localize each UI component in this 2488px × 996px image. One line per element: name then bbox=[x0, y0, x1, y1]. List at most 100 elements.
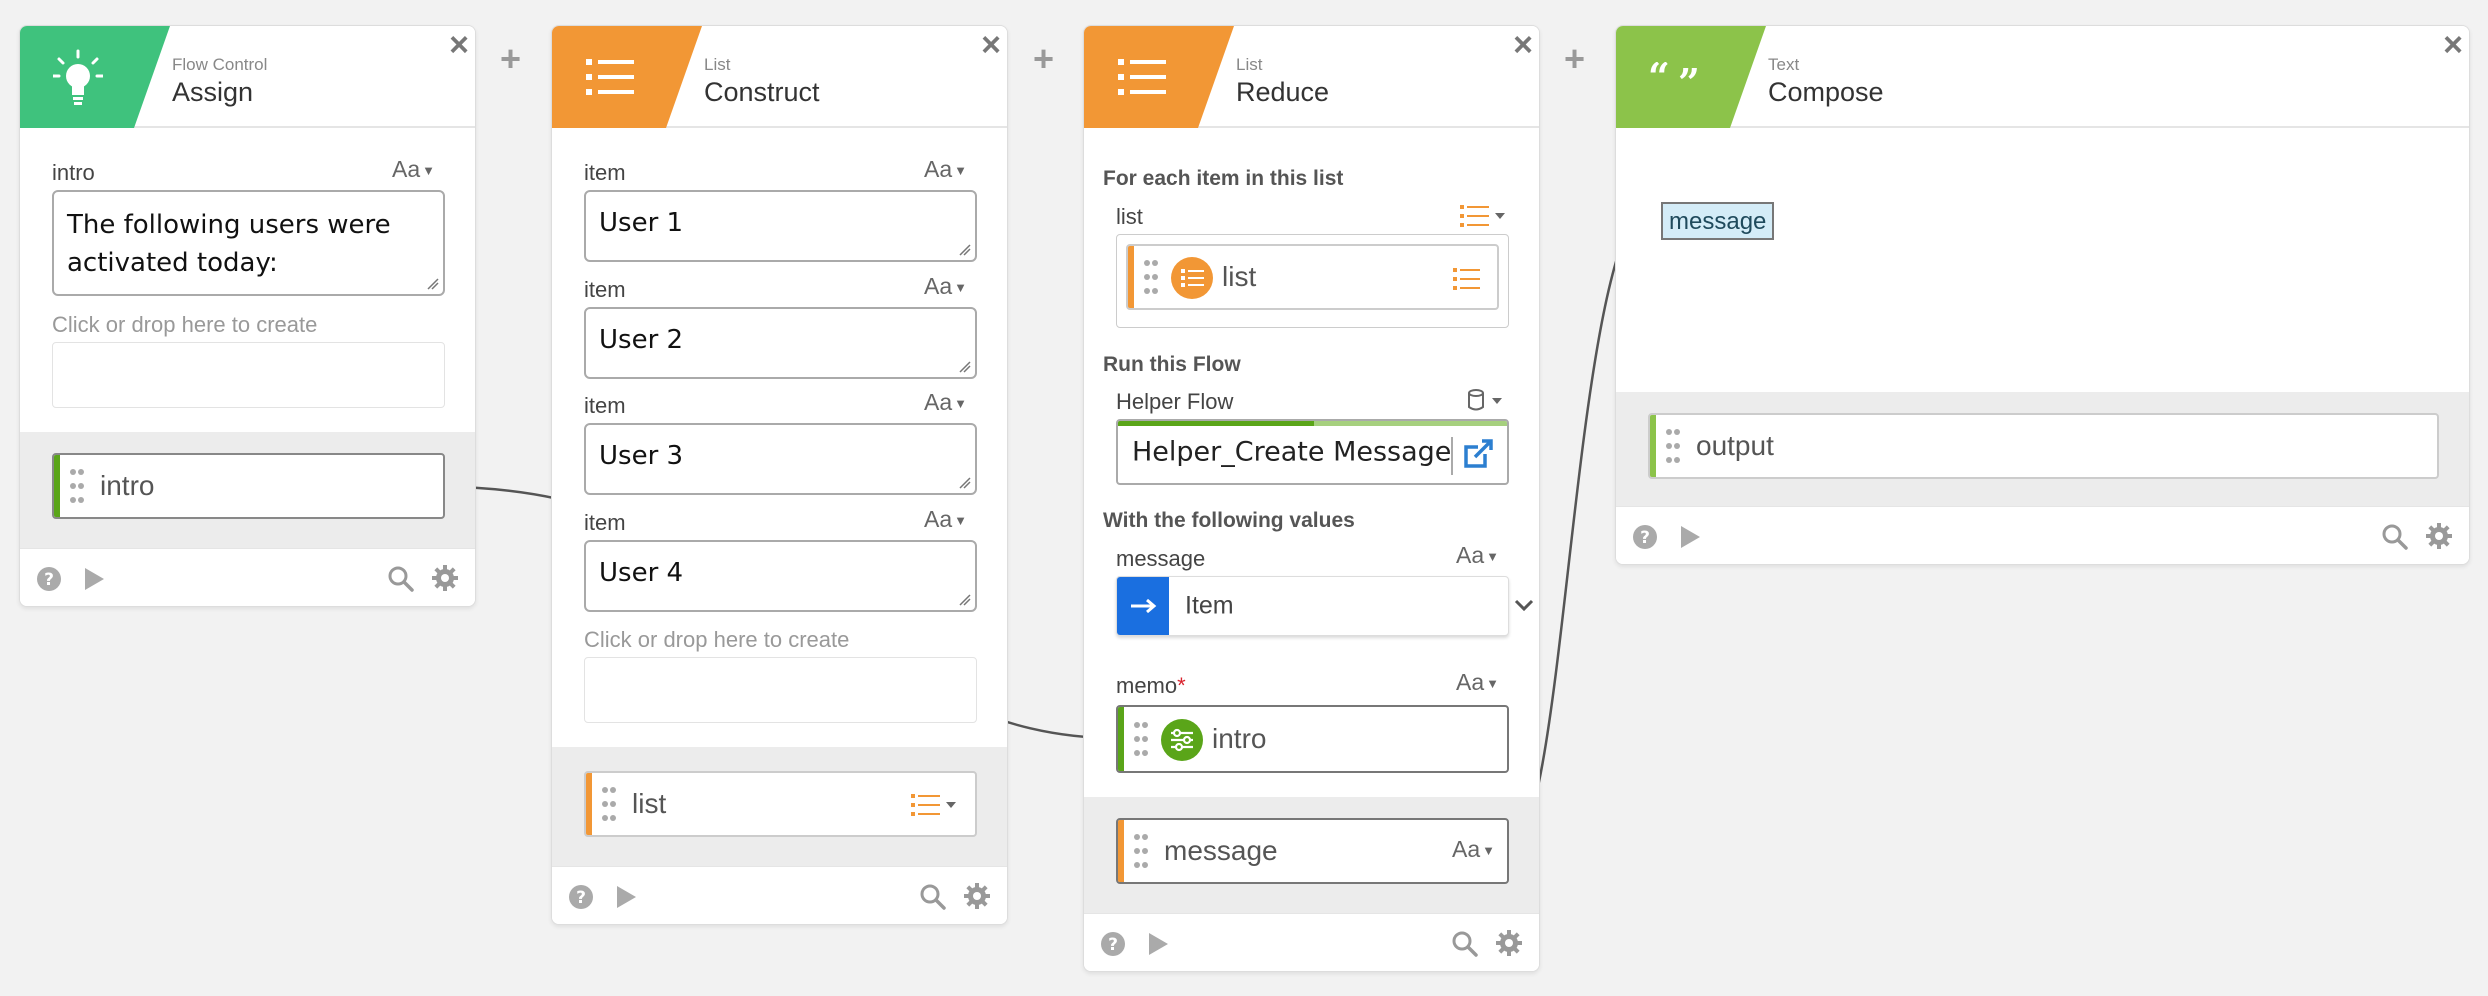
play-icon[interactable] bbox=[1678, 524, 1702, 550]
chevron-down-icon: ▼ bbox=[954, 280, 968, 296]
quote-icon: “ ” bbox=[1616, 26, 1732, 128]
svg-text:?: ? bbox=[1640, 528, 1650, 548]
output-pill[interactable]: intro bbox=[52, 453, 445, 519]
type-dropdown[interactable]: Aa ▼ bbox=[1452, 836, 1495, 863]
list-type-icon bbox=[1453, 268, 1480, 290]
add-step-plus[interactable]: + bbox=[1564, 38, 1585, 80]
intro-text-field[interactable]: The following users were activated today… bbox=[52, 190, 445, 296]
close-icon[interactable]: × bbox=[2443, 28, 2463, 62]
arrow-right-icon bbox=[1117, 577, 1169, 635]
drag-handle-icon[interactable] bbox=[1134, 833, 1148, 869]
output-pill[interactable]: output bbox=[1648, 413, 2439, 479]
item-field[interactable]: User 3 bbox=[584, 423, 977, 495]
resize-grip-icon[interactable] bbox=[959, 594, 971, 606]
item-label: item bbox=[584, 393, 626, 418]
gear-icon[interactable] bbox=[963, 882, 991, 910]
compose-card: “ ” Text Compose × message output ? bbox=[1615, 25, 2470, 565]
variable-icon bbox=[1161, 719, 1203, 761]
type-dropdown[interactable]: Aa ▼ bbox=[924, 506, 967, 533]
search-icon[interactable] bbox=[919, 883, 947, 911]
gear-icon[interactable] bbox=[431, 564, 459, 592]
type-dropdown[interactable]: Aa ▼ bbox=[924, 156, 967, 183]
item-label: item bbox=[584, 277, 626, 302]
search-icon[interactable] bbox=[387, 565, 415, 593]
chevron-down-icon[interactable] bbox=[1514, 598, 1534, 614]
drag-handle-icon[interactable] bbox=[602, 786, 616, 822]
resize-grip-icon[interactable] bbox=[427, 278, 439, 290]
external-link-icon[interactable] bbox=[1463, 438, 1495, 470]
play-icon[interactable] bbox=[1146, 931, 1170, 957]
drop-zone[interactable] bbox=[584, 657, 977, 723]
close-icon[interactable]: × bbox=[981, 28, 1001, 62]
resize-grip-icon[interactable] bbox=[959, 244, 971, 256]
card-footer: ? bbox=[552, 866, 1007, 924]
output-pill[interactable]: message Aa ▼ bbox=[1116, 818, 1509, 884]
help-icon[interactable]: ? bbox=[1632, 524, 1658, 550]
output-pill[interactable]: list bbox=[584, 771, 977, 837]
play-icon[interactable] bbox=[614, 884, 638, 910]
list-icon bbox=[1084, 26, 1200, 128]
card-title: Compose bbox=[1768, 77, 1884, 107]
drop-zone[interactable] bbox=[52, 342, 445, 408]
type-dropdown[interactable]: Aa ▼ bbox=[1456, 669, 1499, 696]
helper-flow-field[interactable]: Helper_Create Message bbox=[1116, 419, 1509, 485]
drag-handle-icon[interactable] bbox=[1666, 428, 1680, 464]
construct-card: List Construct × item Aa ▼ User 1 item Aa… bbox=[551, 25, 1008, 925]
chevron-down-icon: ▼ bbox=[1486, 549, 1500, 565]
item-field[interactable]: User 2 bbox=[584, 307, 977, 379]
card-header: List Reduce × bbox=[1084, 26, 1539, 128]
drag-handle-icon[interactable] bbox=[1134, 721, 1148, 757]
resize-grip-icon[interactable] bbox=[959, 361, 971, 373]
card-header: List Construct × bbox=[552, 26, 1007, 128]
item-label: item bbox=[584, 510, 626, 535]
section-title: Run this Flow bbox=[1103, 353, 1241, 376]
card-footer: ? bbox=[20, 548, 475, 606]
helper-flow-value: Helper_Create Message bbox=[1132, 436, 1452, 468]
list-type-dropdown-icon[interactable] bbox=[911, 793, 961, 817]
item-field[interactable]: User 4 bbox=[584, 540, 977, 612]
item-field[interactable]: User 1 bbox=[584, 190, 977, 262]
list-input-pill[interactable]: list bbox=[1126, 244, 1499, 310]
svg-text:?: ? bbox=[576, 888, 586, 908]
list-type-dropdown-icon[interactable] bbox=[1460, 204, 1510, 228]
svg-text:“: “ bbox=[1648, 62, 1670, 92]
search-icon[interactable] bbox=[1451, 930, 1479, 958]
drag-handle-icon[interactable] bbox=[70, 468, 84, 504]
section-title: For each item in this list bbox=[1103, 167, 1344, 190]
drag-handle-icon[interactable] bbox=[1144, 259, 1158, 295]
help-icon[interactable]: ? bbox=[36, 566, 62, 592]
card-category: List bbox=[704, 55, 731, 74]
message-label: message bbox=[1116, 546, 1206, 571]
add-step-plus[interactable]: + bbox=[1033, 38, 1054, 80]
compose-editor[interactable]: message bbox=[1616, 130, 2469, 392]
lightbulb-icon bbox=[20, 26, 136, 128]
output-name: message bbox=[1164, 835, 1278, 866]
add-step-plus[interactable]: + bbox=[500, 38, 521, 80]
output-area: message Aa ▼ bbox=[1084, 797, 1539, 915]
memo-value-pill[interactable]: intro bbox=[1116, 705, 1509, 773]
play-icon[interactable] bbox=[82, 566, 106, 592]
type-dropdown[interactable]: Aa ▼ bbox=[924, 389, 967, 416]
database-dropdown-icon[interactable] bbox=[1468, 388, 1508, 412]
type-dropdown[interactable]: Aa ▼ bbox=[1456, 542, 1499, 569]
help-icon[interactable]: ? bbox=[568, 884, 594, 910]
type-dropdown[interactable]: Aa ▼ bbox=[392, 156, 435, 183]
type-dropdown[interactable]: Aa ▼ bbox=[924, 273, 967, 300]
section-title: With the following values bbox=[1103, 509, 1355, 532]
close-icon[interactable]: × bbox=[449, 28, 469, 62]
card-category: List bbox=[1236, 55, 1263, 74]
gear-icon[interactable] bbox=[2425, 522, 2453, 550]
reduce-card: List Reduce × For each item in this list… bbox=[1083, 25, 1540, 972]
card-footer: ? bbox=[1616, 506, 2469, 564]
message-token[interactable]: message bbox=[1661, 202, 1775, 240]
gear-icon[interactable] bbox=[1495, 929, 1523, 957]
close-icon[interactable]: × bbox=[1513, 28, 1533, 62]
output-area: list bbox=[552, 747, 1007, 868]
search-icon[interactable] bbox=[2381, 523, 2409, 551]
chevron-down-icon: ▼ bbox=[954, 513, 968, 529]
help-icon[interactable]: ? bbox=[1100, 931, 1126, 957]
list-icon bbox=[552, 26, 668, 128]
message-value-pill[interactable]: Item bbox=[1116, 576, 1509, 636]
resize-grip-icon[interactable] bbox=[959, 477, 971, 489]
output-area: intro bbox=[20, 432, 475, 550]
